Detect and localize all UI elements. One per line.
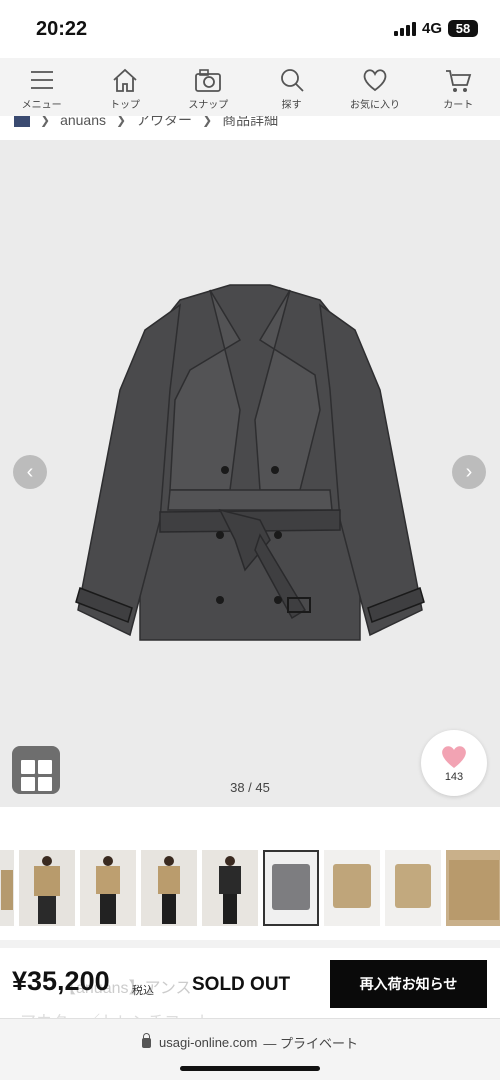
heart-icon <box>442 746 466 768</box>
status-bar: 20:22 4G 58 <box>0 0 500 58</box>
heart-icon <box>363 69 387 92</box>
breadcrumb: ❯ anuans ❯ アウター ❯ 商品詳細 <box>0 116 500 138</box>
thumbnail[interactable] <box>446 850 500 926</box>
thumbnail-strip <box>0 850 500 930</box>
thumbnail[interactable] <box>80 850 136 926</box>
chevron-left-icon: ‹ <box>26 460 34 483</box>
nav-label-top: トップ <box>109 100 140 111</box>
nav-label-favorites: お気に入り <box>349 100 400 111</box>
chevron-right-icon: ❯ <box>40 116 51 127</box>
thumbnail[interactable] <box>0 850 14 926</box>
gallery-prev-button[interactable]: ‹ <box>13 455 47 489</box>
status-indicators: 4G 58 <box>393 20 478 37</box>
cart-icon <box>446 70 472 92</box>
restock-notify-button[interactable]: 再入荷お知らせ <box>330 960 487 1008</box>
nav-search[interactable]: 探す <box>250 58 333 116</box>
nav-top[interactable]: トップ <box>83 58 166 116</box>
home-indicator[interactable] <box>180 1066 320 1071</box>
favorite-count: 143 <box>444 771 464 783</box>
lock-icon <box>142 1032 152 1048</box>
purchase-bar: 【anuans】アンス アウター／トレンチコート ¥35,200 税込 SOLD… <box>0 952 500 1031</box>
nav-label-menu: メニュー <box>21 100 62 111</box>
chevron-right-icon: ❯ <box>202 116 213 127</box>
thumbnail[interactable] <box>324 850 380 926</box>
product-image-trench-coat <box>75 284 425 641</box>
home-icon <box>113 68 137 92</box>
menu-icon <box>30 71 53 89</box>
search-icon <box>280 69 304 92</box>
breadcrumb-category[interactable]: アウター <box>136 116 192 130</box>
thumbnail[interactable] <box>141 850 197 926</box>
tax-label: 税込 <box>132 985 154 997</box>
gallery-next-button[interactable]: › <box>452 455 486 489</box>
thumbnail[interactable] <box>19 850 75 926</box>
thumbnail[interactable] <box>202 850 258 926</box>
private-mode-label: — プライベート <box>263 1036 358 1051</box>
breadcrumb-current: 商品詳細 <box>222 116 279 128</box>
nav-snap[interactable]: スナップ <box>167 58 250 116</box>
product-image-gallery[interactable]: ‹ › 38 / 45 143 <box>0 140 500 807</box>
camera-icon <box>195 69 222 92</box>
divider <box>0 940 500 948</box>
breadcrumb-brand[interactable]: anuans <box>60 116 106 128</box>
signal-icon <box>393 21 416 36</box>
nav-cart[interactable]: カート <box>417 58 500 116</box>
breadcrumb-home-icon[interactable] <box>14 116 30 127</box>
image-counter: 38 / 45 <box>230 780 270 795</box>
favorite-button[interactable]: 143 <box>421 730 487 796</box>
sold-out-label: SOLD OUT <box>192 974 291 995</box>
network-label: 4G <box>421 20 442 37</box>
site-nav: メニュー トップ スナップ 探す お気に入り カート <box>0 58 500 116</box>
status-time: 20:22 <box>36 18 88 40</box>
nav-menu[interactable]: メニュー <box>0 58 83 116</box>
grid-icon <box>20 759 35 774</box>
chevron-right-icon: › <box>465 460 473 483</box>
nav-label-search: 探す <box>281 100 302 111</box>
nav-label-snap: スナップ <box>188 100 229 111</box>
product-price: ¥35,200 <box>12 966 110 996</box>
thumbnail[interactable] <box>385 850 441 926</box>
battery-icon: 58 <box>448 20 478 37</box>
chevron-right-icon: ❯ <box>116 116 127 127</box>
thumbnail-selected[interactable] <box>263 850 319 926</box>
url-domain: usagi-online.com <box>159 1035 258 1050</box>
nav-favorites[interactable]: お気に入り <box>333 58 416 116</box>
nav-label-cart: カート <box>443 100 474 111</box>
